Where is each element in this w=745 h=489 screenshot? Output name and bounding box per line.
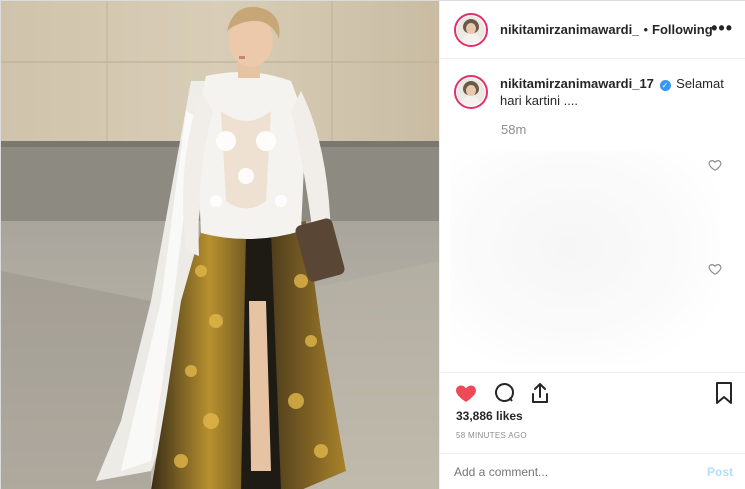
action-bar: [440, 372, 745, 412]
author-username[interactable]: nikitamirzanimawardi_: [500, 22, 639, 37]
post-photo[interactable]: [1, 1, 439, 489]
author-avatar[interactable]: [454, 12, 488, 47]
post-timestamp[interactable]: 58 MINUTES AGO: [456, 431, 527, 440]
post-header: nikitamirzanimawardi_ • Following •••: [440, 1, 745, 59]
photo-scene: [1, 1, 439, 489]
header-separator: •: [643, 22, 649, 37]
avatar-image: [457, 78, 485, 106]
caption-username[interactable]: nikitamirzanimawardi_17: [500, 76, 654, 91]
following-button[interactable]: Following: [652, 22, 713, 37]
comment-box: Post: [440, 453, 745, 489]
caption-avatar[interactable]: [454, 75, 488, 109]
post-button[interactable]: Post: [707, 465, 733, 479]
bookmark-icon[interactable]: [712, 381, 736, 405]
comment-input[interactable]: [454, 465, 674, 479]
comment-heart-icon[interactable]: [708, 158, 722, 172]
avatar-image: [457, 15, 485, 44]
comments-area: [450, 151, 720, 366]
likes-count[interactable]: 33,886 likes: [456, 409, 523, 423]
heart-filled-icon[interactable]: [454, 381, 478, 405]
comment-icon[interactable]: [492, 381, 516, 405]
share-icon[interactable]: [528, 381, 552, 405]
more-icon[interactable]: •••: [711, 18, 733, 39]
caption-time[interactable]: 58m: [501, 122, 526, 137]
comment-heart-icon[interactable]: [708, 262, 722, 276]
post-modal: nikitamirzanimawardi_ • Following ••• ni…: [0, 0, 745, 489]
caption-text-block: nikitamirzanimawardi_17 ✓ Selamat hari k…: [500, 75, 730, 109]
post-side-panel: nikitamirzanimawardi_ • Following ••• ni…: [439, 1, 745, 489]
post-caption: nikitamirzanimawardi_17 ✓ Selamat hari k…: [454, 75, 739, 109]
verified-icon: ✓: [659, 80, 671, 91]
